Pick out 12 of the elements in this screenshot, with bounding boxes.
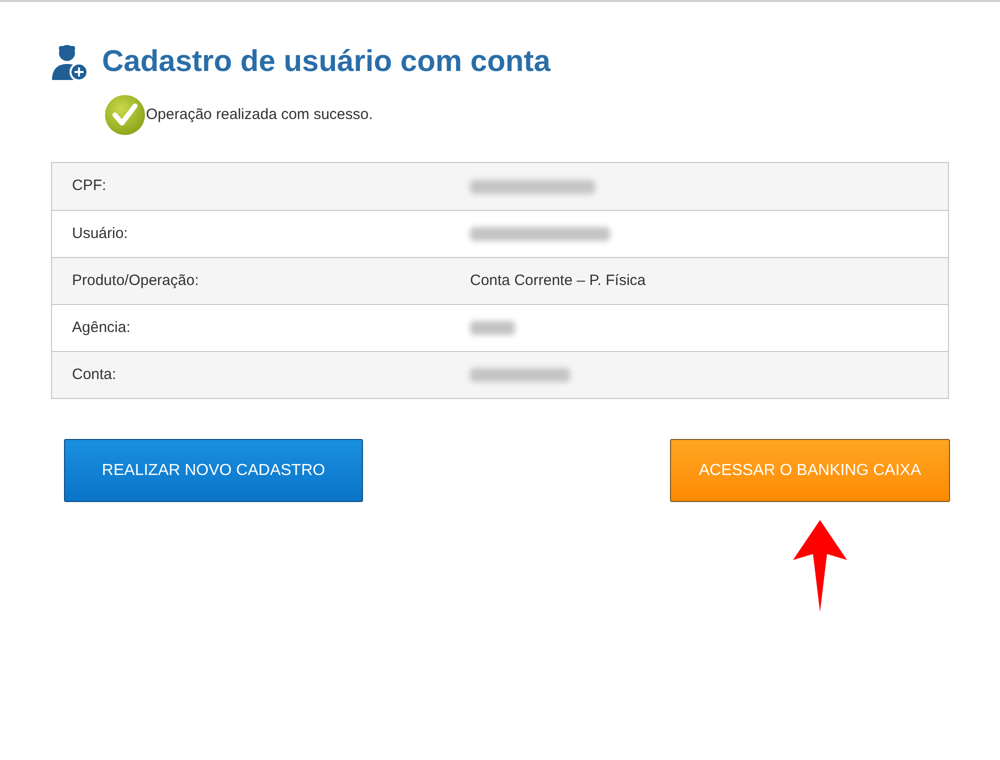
field-label: Produto/Operação:: [71, 270, 200, 291]
field-label: Agência:: [71, 318, 132, 338]
action-button[interactable]: REALIZAR NOVO CADASTRO: [64, 439, 363, 502]
action-button[interactable]: ACESSAR O BANKING CAIXA: [670, 439, 950, 502]
checkmark-icon: [104, 94, 146, 136]
success-message: Operação realizada com sucesso.: [146, 104, 373, 125]
blurred-value: [470, 321, 515, 335]
page-title: Cadastro de usuário com conta: [102, 47, 550, 77]
field-label: Usuário:: [71, 224, 129, 244]
field-label: CPF:: [71, 176, 108, 196]
field-label: Conta:: [71, 364, 118, 385]
field-value: Conta Corrente – P. Física: [470, 270, 646, 291]
